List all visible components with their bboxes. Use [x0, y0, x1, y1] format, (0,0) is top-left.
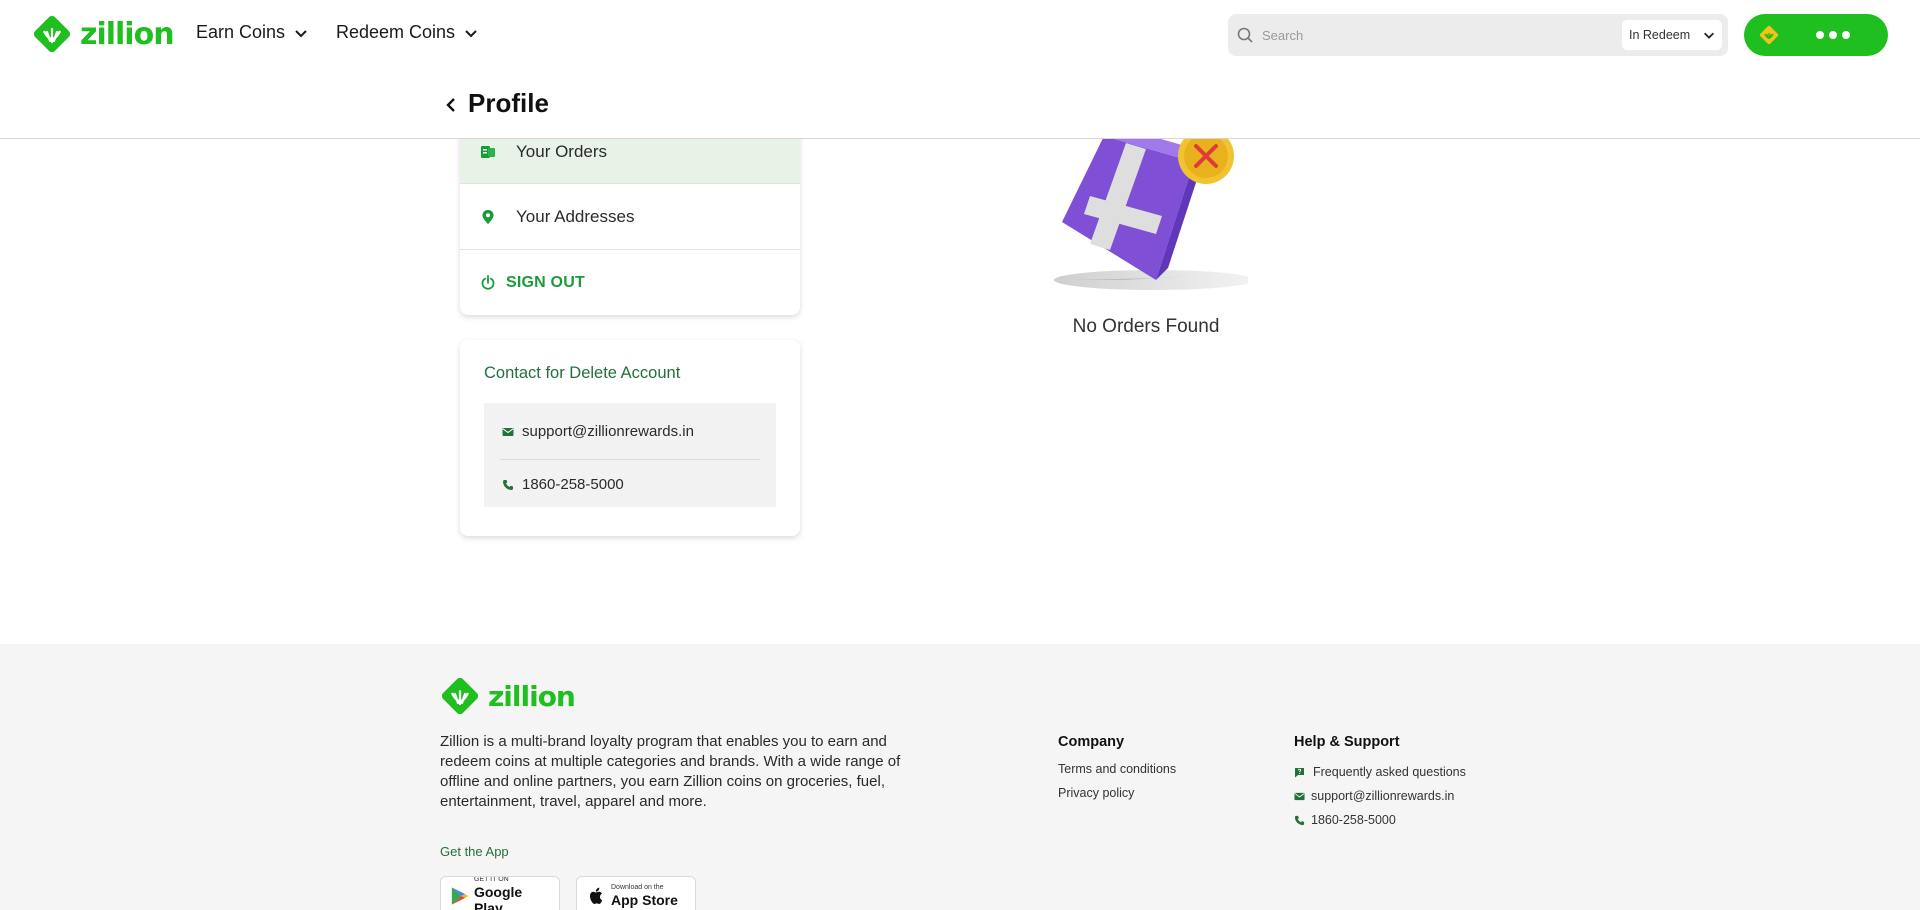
- phone-icon: [503, 479, 513, 490]
- google-play-small-text: GET IT ON: [473, 876, 509, 883]
- google-play-button[interactable]: GET IT ON Google Play: [440, 876, 560, 910]
- apple-icon: [590, 887, 603, 904]
- footer-zillion-logo[interactable]: zillion: [440, 676, 576, 716]
- google-play-icon: [451, 887, 469, 905]
- faq-link[interactable]: Frequently asked questions: [1294, 765, 1466, 779]
- chevron-left-icon: [446, 98, 455, 112]
- chevron-down-icon: [295, 29, 307, 37]
- delete-account-contact-card: Contact for Delete Account support@zilli…: [460, 340, 800, 536]
- terms-link[interactable]: Terms and conditions: [1058, 762, 1176, 776]
- redeem-coins-menu[interactable]: Redeem Coins: [336, 22, 479, 43]
- brand-name: zillion: [80, 16, 175, 52]
- zillion-logo[interactable]: zillion: [32, 14, 175, 54]
- sign-out-button[interactable]: SIGN OUT: [460, 250, 800, 315]
- search-scope-dropdown[interactable]: In Redeem: [1622, 20, 1722, 50]
- top-navigation-bar: zillion Earn Coins Redeem Coins In Redee…: [0, 0, 1920, 70]
- menu-item-label: Your Orders: [516, 141, 608, 161]
- contact-title: Contact for Delete Account: [484, 364, 681, 382]
- contact-email-link[interactable]: support@zillionrewards.in: [502, 423, 694, 440]
- zillion-logo-mark-icon: [441, 677, 479, 715]
- chevron-down-icon: [1704, 32, 1714, 39]
- search-bar: In Redeem: [1228, 14, 1728, 56]
- contact-email: support@zillionrewards.in: [522, 423, 694, 440]
- about-text: Zillion is a multi-brand loyalty program…: [440, 733, 901, 810]
- back-button[interactable]: [440, 92, 462, 118]
- footer-email-link[interactable]: support@zillionrewards.in: [1294, 789, 1454, 803]
- contact-phone: 1860-258-5000: [522, 476, 624, 493]
- zillion-coin-icon: [1759, 25, 1779, 45]
- google-play-label: Google Play: [473, 884, 523, 910]
- search-input[interactable]: [1254, 14, 1622, 56]
- faq-label: Frequently asked questions: [1313, 765, 1466, 779]
- help-support-heading: Help & Support: [1294, 734, 1400, 750]
- privacy-link[interactable]: Privacy policy: [1058, 786, 1134, 800]
- search-icon: [1237, 27, 1253, 43]
- company-heading: Company: [1058, 734, 1125, 750]
- chevron-down-icon: [465, 29, 477, 37]
- footer: zillion Zillion is a multi-brand loyalty…: [0, 644, 1920, 910]
- earn-coins-menu[interactable]: Earn Coins: [196, 22, 309, 43]
- menu-item-label: Your Addresses: [516, 206, 635, 226]
- app-store-button[interactable]: Download on the App Store: [576, 876, 696, 910]
- profile-header: Profile: [0, 70, 1920, 139]
- location-pin-icon: [482, 209, 494, 224]
- phone-icon: [1294, 815, 1305, 825]
- profile-menu: Your Orders Your Addresses SIGN OUT: [460, 120, 800, 315]
- menu-item-your-addresses[interactable]: Your Addresses: [460, 184, 800, 250]
- earn-coins-label: Earn Coins: [196, 22, 286, 42]
- user-account-button[interactable]: [1744, 14, 1888, 56]
- orders-icon: [481, 145, 495, 158]
- faq-icon: [1295, 767, 1304, 777]
- app-store-label: App Store: [611, 892, 678, 908]
- empty-state-message: No Orders Found: [1072, 316, 1220, 337]
- page-title: Profile: [468, 88, 549, 118]
- brand-name: zillion: [488, 679, 576, 713]
- redeem-coins-label: Redeem Coins: [336, 22, 456, 42]
- footer-phone: 1860-258-5000: [1311, 813, 1396, 827]
- app-store-small-text: Download on the: [611, 884, 664, 891]
- power-icon: [481, 275, 495, 290]
- empty-box-icon: [1054, 130, 1248, 290]
- contact-phone-link[interactable]: 1860-258-5000: [502, 476, 624, 493]
- footer-email: support@zillionrewards.in: [1311, 789, 1455, 803]
- sign-out-label: SIGN OUT: [506, 274, 585, 291]
- footer-phone-link[interactable]: 1860-258-5000: [1294, 813, 1396, 827]
- get-app-heading: Get the App: [440, 844, 509, 859]
- mail-icon: [1294, 792, 1305, 800]
- contact-details: support@zillionrewards.in 1860-258-5000: [484, 403, 776, 507]
- search-scope-value: In Redeem: [1629, 28, 1691, 42]
- more-dots-icon: [1816, 31, 1850, 39]
- mail-icon: [502, 427, 514, 436]
- divider: [500, 459, 760, 460]
- zillion-logo-mark-icon: [33, 15, 71, 53]
